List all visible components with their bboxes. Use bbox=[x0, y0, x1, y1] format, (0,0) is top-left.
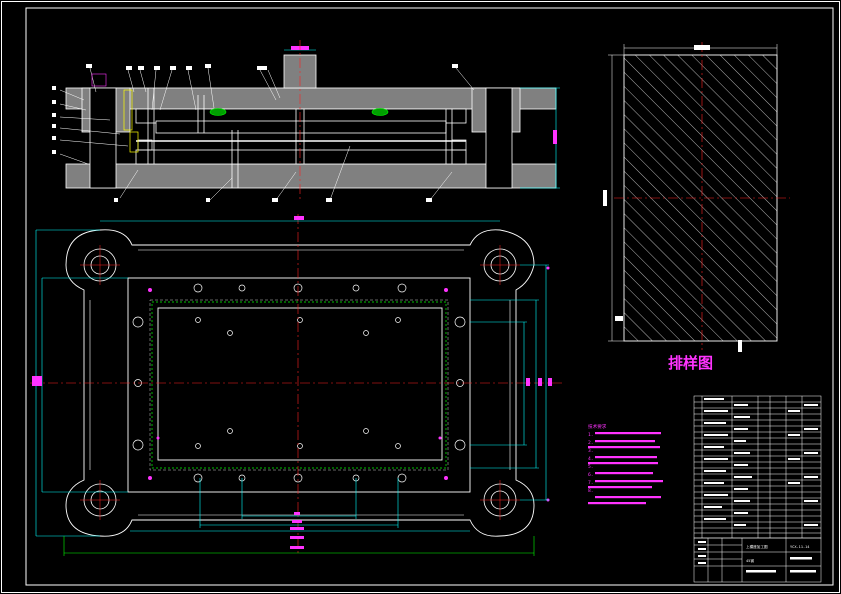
plan-dimension-tags bbox=[32, 216, 552, 549]
parts-list bbox=[693, 395, 822, 539]
lower-die-plate bbox=[65, 163, 557, 189]
layout-view-title: 排样图 bbox=[668, 354, 713, 372]
note-3: 3. bbox=[588, 448, 594, 454]
drawing-number: YCX-11-14 bbox=[790, 545, 809, 549]
die-cavity bbox=[157, 307, 443, 461]
note-2: 2. bbox=[588, 440, 594, 446]
plan-dimensions bbox=[35, 220, 549, 556]
note-4: 4. bbox=[588, 456, 594, 462]
die-plate bbox=[135, 149, 467, 165]
cad-drawing-canvas[interactable]: 排样图 技术要求 1. 2. 3. 4. 5. 6. 7. 8. 上模座加工图 … bbox=[0, 0, 841, 594]
technical-notes: 技术要求 1. 2. 3. 4. 5. 6. 7. 8. bbox=[588, 423, 663, 505]
drawing-name: 上模座加工图 bbox=[746, 544, 768, 549]
note-5: 5. bbox=[588, 464, 594, 470]
note-8: 8. bbox=[588, 488, 594, 494]
guide-centerlines bbox=[80, 245, 520, 520]
notes-heading: 技术要求 bbox=[588, 423, 607, 430]
punch-plate bbox=[155, 120, 447, 134]
dashed-boundary bbox=[151, 301, 447, 469]
height-dim-tag bbox=[553, 130, 557, 144]
guide-post-left bbox=[89, 87, 117, 189]
layout-bottom-tag bbox=[738, 340, 742, 352]
guide-post-right bbox=[485, 87, 513, 189]
layout-corner-tag bbox=[615, 316, 623, 321]
section-view bbox=[52, 40, 560, 202]
note-7: 7. bbox=[588, 480, 594, 486]
layout-height-tag bbox=[603, 190, 607, 206]
layout-width-tag bbox=[694, 45, 710, 50]
note-6: 6. bbox=[588, 472, 594, 478]
strip-layout-view: 排样图 bbox=[603, 42, 790, 372]
material: 45钢 bbox=[746, 558, 754, 563]
note-1: 1. bbox=[588, 432, 594, 438]
hidden-outline bbox=[149, 299, 449, 471]
notes-text-lines bbox=[588, 432, 663, 505]
plan-view bbox=[30, 214, 565, 556]
